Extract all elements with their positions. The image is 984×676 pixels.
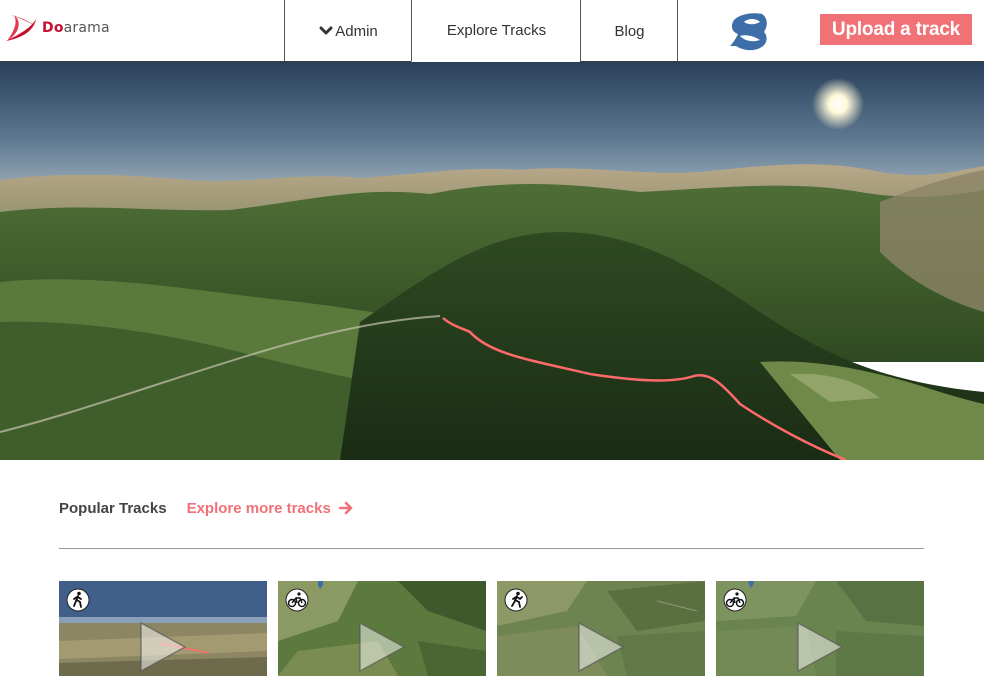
explore-more-label: Explore more tracks — [186, 499, 331, 517]
explore-more-tracks-link[interactable]: Explore more tracks — [187, 500, 353, 517]
hero-landscape — [0, 62, 984, 460]
nav-explore-label: Explore Tracks — [446, 22, 547, 39]
cycling-icon — [285, 588, 309, 612]
walking-icon — [66, 588, 90, 612]
track-card[interactable] — [59, 581, 267, 676]
track-card[interactable] — [278, 581, 486, 676]
track-cards — [59, 581, 924, 676]
hero-flyover-image — [0, 62, 984, 460]
doarama-logo-icon — [6, 15, 36, 41]
doarama-logo[interactable]: Doarama — [4, 10, 124, 46]
user-avatar-icon[interactable] — [726, 10, 770, 52]
play-icon[interactable] — [356, 619, 408, 675]
play-icon[interactable] — [137, 619, 189, 675]
nav-explore-tracks[interactable]: Explore Tracks — [411, 0, 581, 62]
arrow-right-icon — [338, 501, 353, 515]
logo-wordmark: Doarama — [42, 20, 110, 36]
play-icon[interactable] — [794, 619, 846, 675]
nav-admin-label: Admin — [335, 22, 378, 40]
nav-blog[interactable]: Blog — [580, 0, 678, 62]
logo-wordmark-accent: Do — [42, 20, 64, 36]
track-card[interactable] — [716, 581, 924, 676]
nav-blog-label: Blog — [614, 22, 645, 40]
nav-admin[interactable]: Admin — [284, 0, 412, 62]
nav-divider — [677, 0, 678, 62]
chevron-down-icon — [319, 26, 333, 35]
play-icon[interactable] — [575, 619, 627, 675]
logo-wordmark-rest: arama — [63, 20, 110, 36]
popular-tracks-header: Popular Tracks Explore more tracks — [59, 498, 353, 518]
popular-tracks-title: Popular Tracks — [59, 499, 167, 517]
upload-track-button[interactable]: Upload a track — [820, 14, 972, 45]
hiking-icon — [504, 588, 528, 612]
section-divider — [59, 548, 924, 549]
track-card[interactable] — [497, 581, 705, 676]
site-header: Doarama Admin Explore Tracks Blog Upload… — [0, 0, 984, 62]
cycling-icon — [723, 588, 747, 612]
